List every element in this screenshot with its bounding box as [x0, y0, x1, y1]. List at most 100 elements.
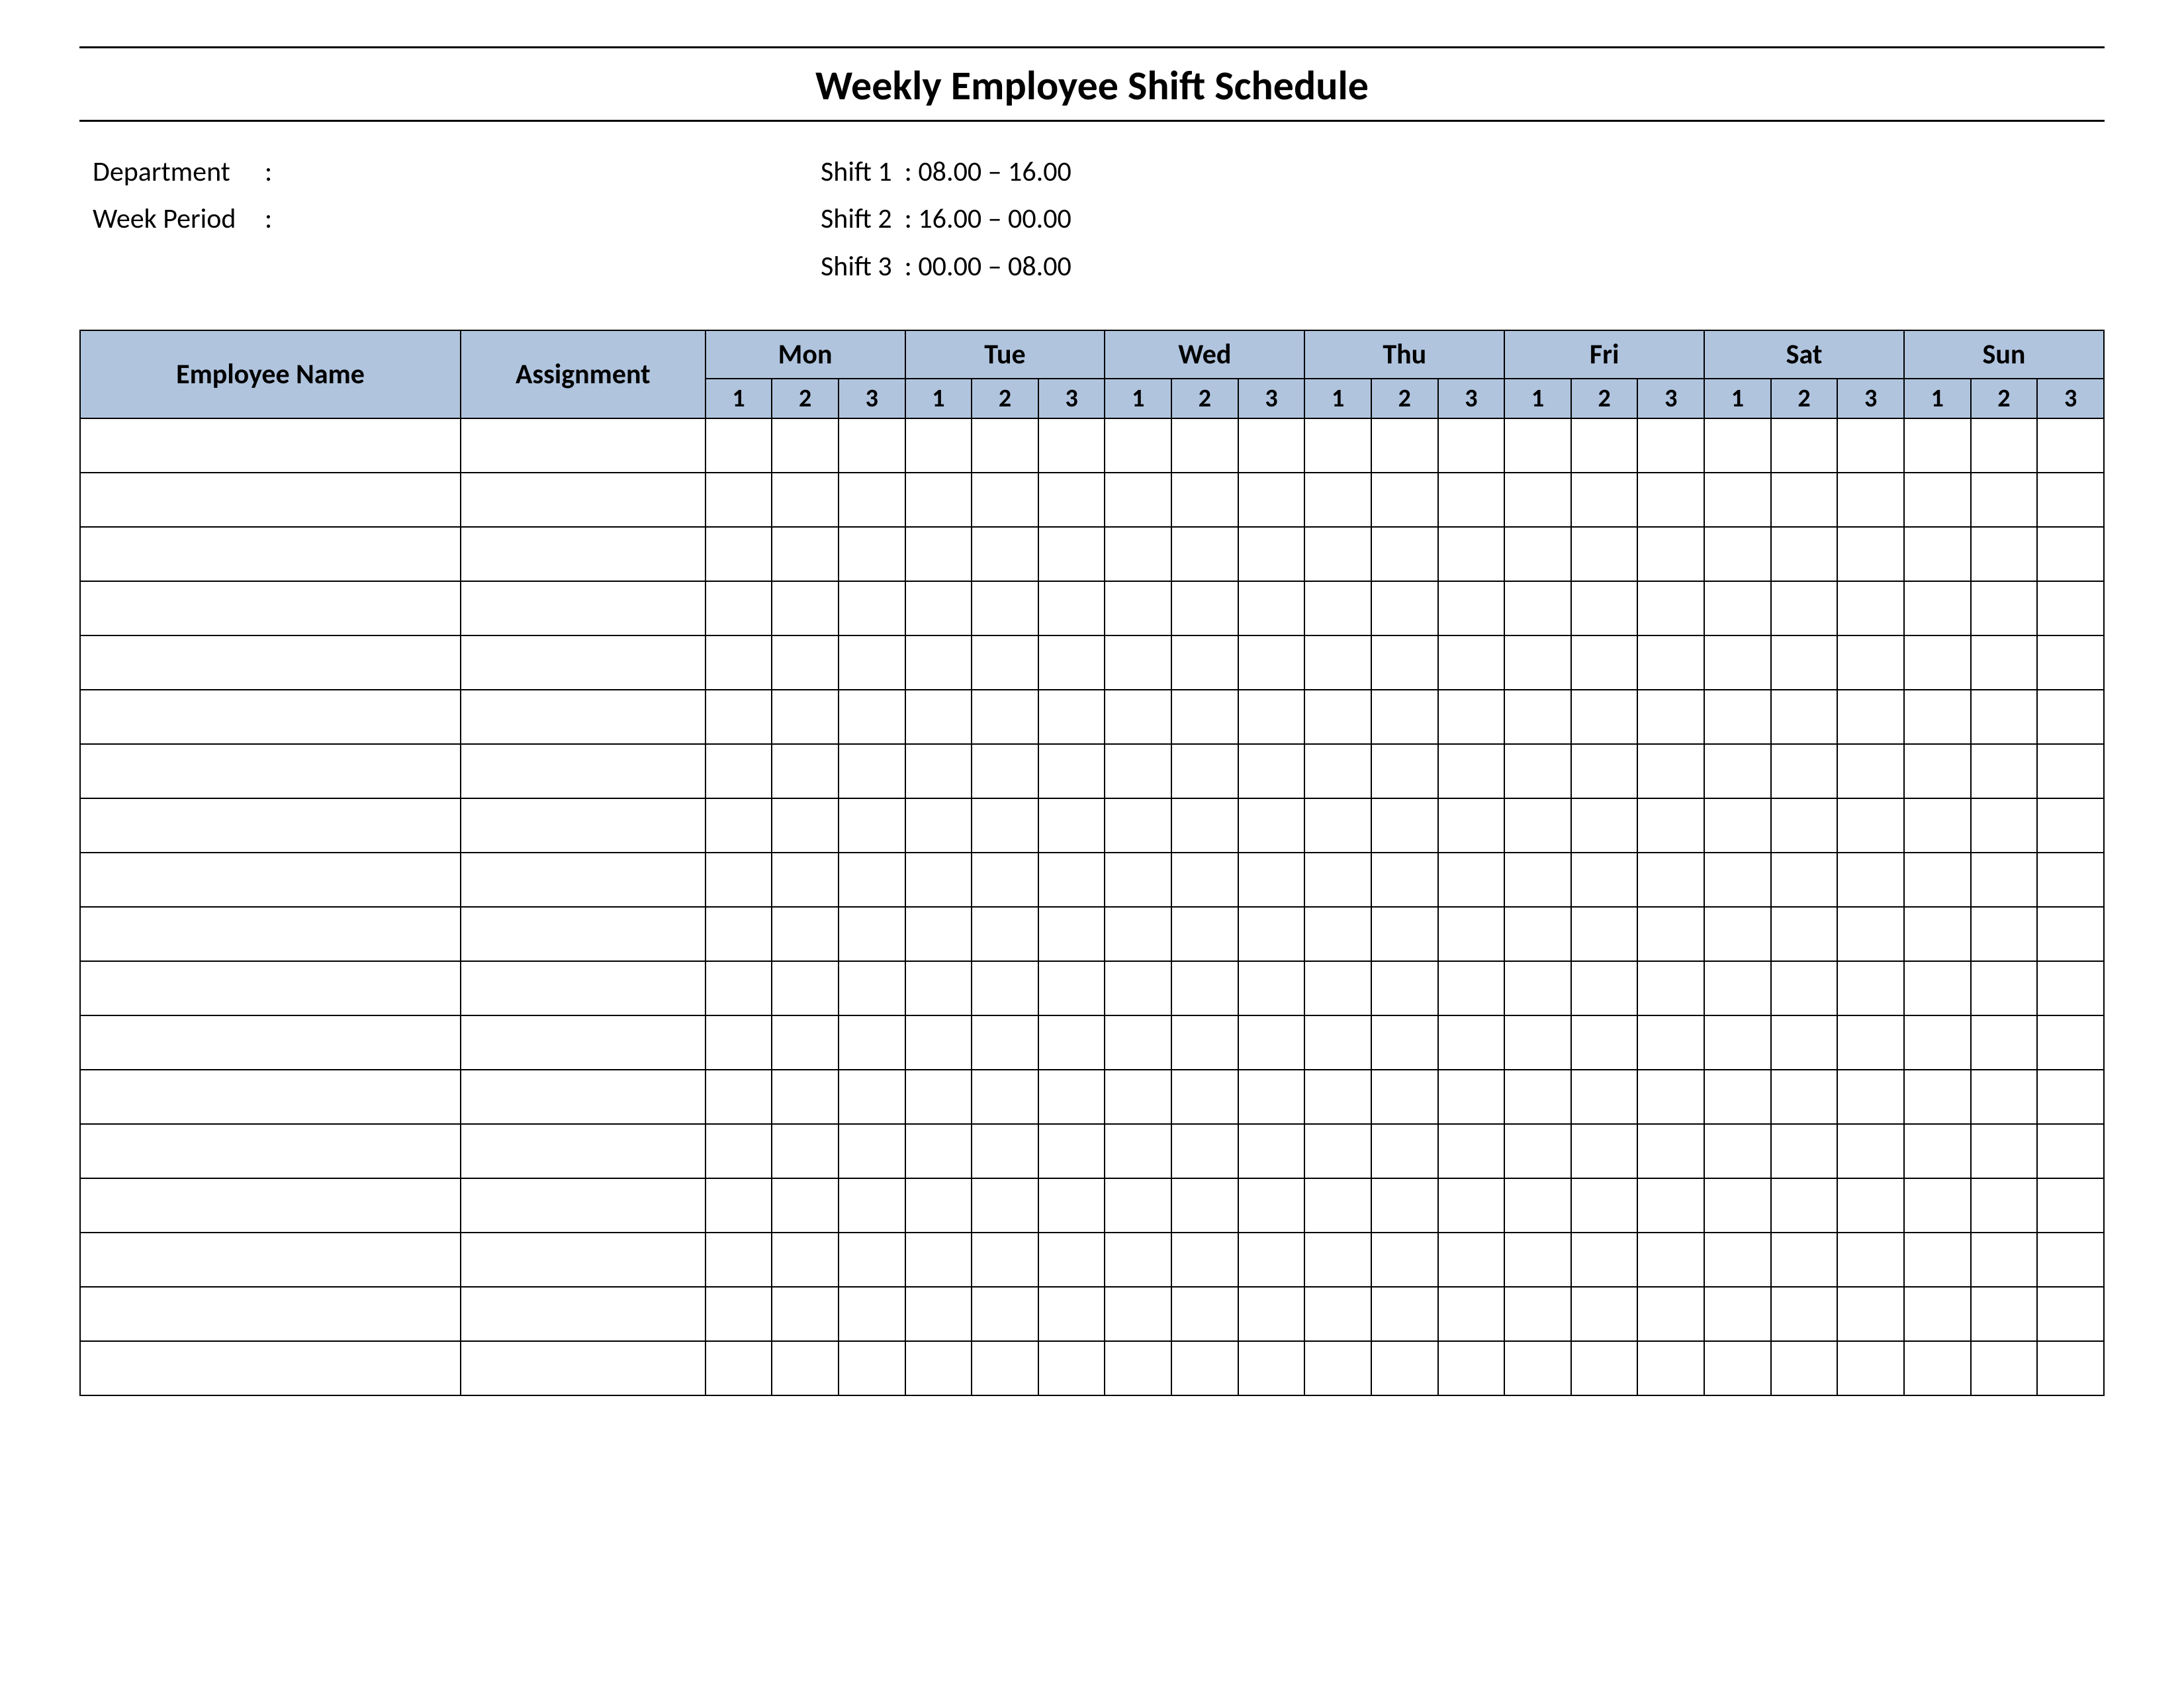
cell-assignment[interactable] [461, 635, 705, 690]
cell-employee-name[interactable] [80, 690, 461, 744]
cell-shift[interactable] [1971, 907, 2038, 961]
cell-shift[interactable] [1304, 418, 1371, 473]
cell-shift[interactable] [1238, 1287, 1305, 1341]
cell-shift[interactable] [1105, 1233, 1171, 1287]
cell-shift[interactable] [839, 1341, 905, 1395]
cell-shift[interactable] [1438, 853, 1505, 907]
cell-shift[interactable] [1637, 1070, 1704, 1124]
cell-shift[interactable] [839, 798, 905, 853]
cell-shift[interactable] [1771, 853, 1838, 907]
cell-shift[interactable] [1704, 961, 1771, 1015]
cell-shift[interactable] [1771, 1341, 1838, 1395]
cell-shift[interactable] [1371, 798, 1438, 853]
cell-shift[interactable] [1438, 690, 1505, 744]
cell-shift[interactable] [1038, 635, 1105, 690]
cell-shift[interactable] [1371, 418, 1438, 473]
cell-shift[interactable] [772, 1124, 839, 1178]
cell-shift[interactable] [1504, 1015, 1571, 1070]
cell-employee-name[interactable] [80, 1341, 461, 1395]
cell-shift[interactable] [1971, 527, 2038, 581]
cell-shift[interactable] [1105, 635, 1171, 690]
cell-shift[interactable] [1171, 1178, 1238, 1233]
cell-assignment[interactable] [461, 907, 705, 961]
cell-employee-name[interactable] [80, 527, 461, 581]
cell-shift[interactable] [1637, 581, 1704, 635]
cell-shift[interactable] [1304, 1287, 1371, 1341]
cell-shift[interactable] [1504, 1233, 1571, 1287]
cell-shift[interactable] [1105, 1124, 1171, 1178]
cell-shift[interactable] [1571, 907, 1638, 961]
cell-shift[interactable] [1371, 473, 1438, 527]
cell-shift[interactable] [1771, 581, 1838, 635]
cell-shift[interactable] [1837, 1233, 1904, 1287]
cell-shift[interactable] [1904, 798, 1971, 853]
cell-shift[interactable] [1704, 853, 1771, 907]
cell-shift[interactable] [1438, 1015, 1505, 1070]
cell-employee-name[interactable] [80, 961, 461, 1015]
cell-shift[interactable] [1438, 1233, 1505, 1287]
cell-employee-name[interactable] [80, 1070, 461, 1124]
cell-shift[interactable] [2037, 744, 2104, 798]
cell-shift[interactable] [1837, 1287, 1904, 1341]
cell-shift[interactable] [1238, 473, 1305, 527]
cell-shift[interactable] [2037, 527, 2104, 581]
cell-shift[interactable] [1704, 1287, 1771, 1341]
cell-shift[interactable] [1038, 473, 1105, 527]
cell-shift[interactable] [2037, 853, 2104, 907]
cell-shift[interactable] [1771, 1015, 1838, 1070]
cell-shift[interactable] [1304, 473, 1371, 527]
cell-shift[interactable] [1171, 418, 1238, 473]
cell-employee-name[interactable] [80, 1287, 461, 1341]
cell-shift[interactable] [972, 853, 1038, 907]
cell-shift[interactable] [1438, 418, 1505, 473]
cell-shift[interactable] [1571, 473, 1638, 527]
cell-shift[interactable] [1038, 418, 1105, 473]
cell-shift[interactable] [705, 1124, 772, 1178]
cell-shift[interactable] [1038, 690, 1105, 744]
cell-shift[interactable] [1704, 690, 1771, 744]
cell-shift[interactable] [1504, 581, 1571, 635]
cell-shift[interactable] [705, 690, 772, 744]
cell-shift[interactable] [705, 635, 772, 690]
cell-shift[interactable] [1971, 853, 2038, 907]
cell-shift[interactable] [705, 1015, 772, 1070]
cell-shift[interactable] [772, 1233, 839, 1287]
cell-shift[interactable] [1304, 1124, 1371, 1178]
cell-shift[interactable] [905, 581, 972, 635]
cell-shift[interactable] [1304, 744, 1371, 798]
cell-shift[interactable] [1371, 635, 1438, 690]
cell-shift[interactable] [1238, 635, 1305, 690]
cell-shift[interactable] [905, 853, 972, 907]
cell-shift[interactable] [1304, 1070, 1371, 1124]
cell-shift[interactable] [1637, 635, 1704, 690]
cell-shift[interactable] [2037, 1341, 2104, 1395]
cell-shift[interactable] [1504, 473, 1571, 527]
cell-shift[interactable] [1038, 744, 1105, 798]
cell-assignment[interactable] [461, 473, 705, 527]
cell-shift[interactable] [772, 744, 839, 798]
cell-shift[interactable] [1371, 690, 1438, 744]
cell-shift[interactable] [1304, 581, 1371, 635]
cell-shift[interactable] [1504, 961, 1571, 1015]
cell-shift[interactable] [1304, 635, 1371, 690]
cell-shift[interactable] [1105, 1287, 1171, 1341]
cell-shift[interactable] [1171, 473, 1238, 527]
cell-shift[interactable] [1637, 853, 1704, 907]
cell-shift[interactable] [1304, 907, 1371, 961]
cell-shift[interactable] [1571, 581, 1638, 635]
cell-shift[interactable] [839, 961, 905, 1015]
cell-shift[interactable] [1971, 635, 2038, 690]
cell-shift[interactable] [1704, 473, 1771, 527]
cell-shift[interactable] [1238, 1015, 1305, 1070]
cell-shift[interactable] [1637, 1015, 1704, 1070]
cell-shift[interactable] [1504, 798, 1571, 853]
cell-shift[interactable] [1571, 1178, 1638, 1233]
cell-shift[interactable] [1504, 1070, 1571, 1124]
cell-shift[interactable] [1371, 1015, 1438, 1070]
cell-shift[interactable] [1771, 527, 1838, 581]
cell-shift[interactable] [1904, 853, 1971, 907]
cell-shift[interactable] [705, 473, 772, 527]
cell-shift[interactable] [1771, 473, 1838, 527]
cell-shift[interactable] [1238, 690, 1305, 744]
cell-shift[interactable] [972, 1233, 1038, 1287]
